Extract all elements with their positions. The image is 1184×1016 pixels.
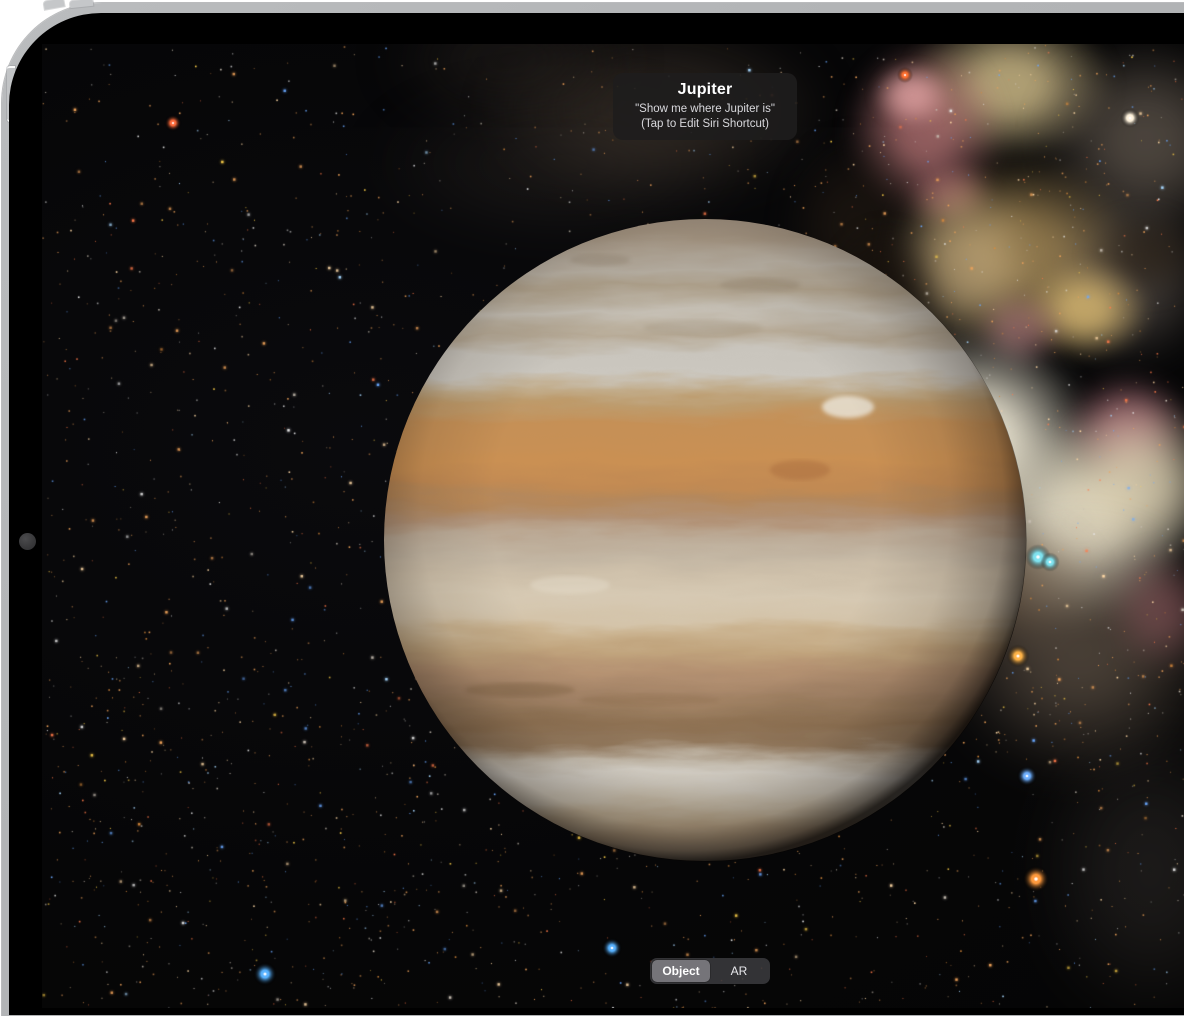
tooltip-hint: (Tap to Edit Siri Shortcut): [613, 117, 797, 132]
page: Jupiter "Show me where Jupiter is" (Tap …: [0, 0, 1184, 1008]
volume-button-1: [43, 0, 64, 10]
tooltip-voice-command: "Show me where Jupiter is": [613, 102, 797, 117]
siri-shortcut-tooltip[interactable]: Jupiter "Show me where Jupiter is" (Tap …: [613, 73, 797, 140]
mode-option-object[interactable]: Object: [652, 960, 710, 982]
front-camera: [19, 533, 36, 550]
ipad-screen: Jupiter "Show me where Jupiter is" (Tap …: [9, 13, 1184, 1015]
planet-jupiter[interactable]: [383, 218, 1027, 862]
tooltip-title: Jupiter: [613, 80, 797, 99]
sky-viewport[interactable]: [42, 44, 1184, 1008]
mode-switcher: Object AR: [650, 958, 770, 984]
mode-option-ar[interactable]: AR: [710, 960, 768, 982]
